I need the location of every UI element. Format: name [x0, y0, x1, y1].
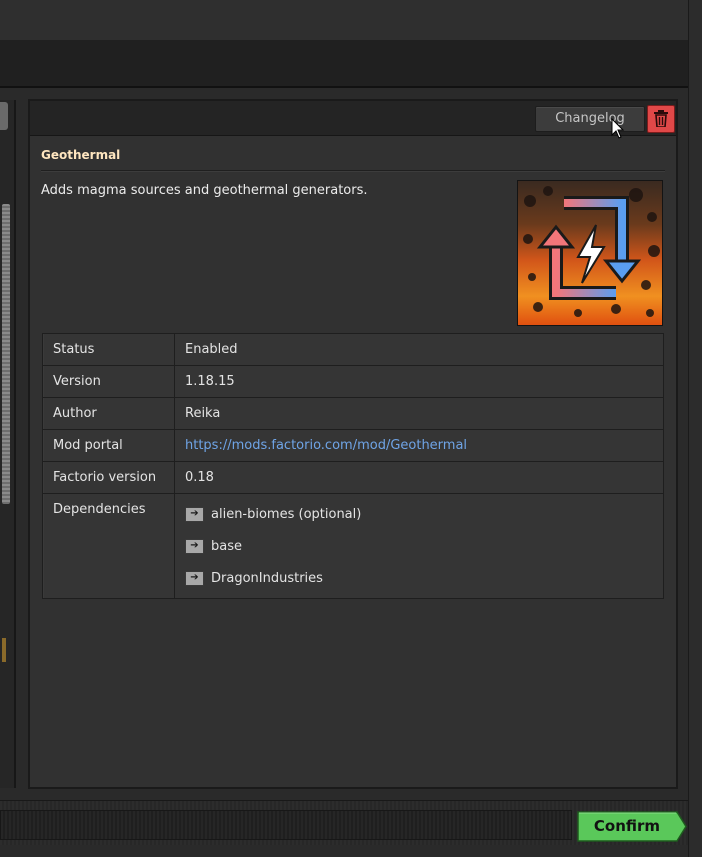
- mod-details-table: Status Enabled Version 1.18.15 Author Re…: [42, 333, 664, 599]
- table-row: Mod portal https://mods.factorio.com/mod…: [42, 429, 664, 462]
- confirm-button[interactable]: Confirm: [577, 811, 687, 842]
- mod-portal-link[interactable]: https://mods.factorio.com/mod/Geothermal: [185, 438, 467, 453]
- version-label: Version: [42, 365, 175, 398]
- dependency-name: DragonIndustries: [211, 570, 323, 586]
- dependency-name: alien-biomes (optional): [211, 506, 362, 522]
- mod-details-panel: Changelog Geothermal Adds magma sources …: [28, 99, 678, 789]
- table-row: Status Enabled: [42, 333, 664, 366]
- trash-icon: [654, 110, 668, 127]
- arrow-right-icon[interactable]: ➔: [185, 570, 204, 586]
- table-row: Version 1.18.15: [42, 365, 664, 398]
- mod-portal-label: Mod portal: [42, 429, 175, 462]
- factorio-version-value: 0.18: [174, 461, 664, 494]
- dependencies-label: Dependencies: [42, 493, 175, 599]
- table-row: Factorio version 0.18: [42, 461, 664, 494]
- mod-list-marker: [2, 638, 6, 662]
- table-row: Dependencies ➔ alien-biomes (optional) ➔…: [42, 493, 664, 599]
- mod-title: Geothermal: [41, 148, 121, 162]
- author-value: Reika: [174, 397, 664, 430]
- geothermal-thumbnail: [517, 180, 663, 326]
- dependencies-list: ➔ alien-biomes (optional) ➔ base ➔ Drago…: [174, 493, 664, 599]
- version-value: 1.18.15: [174, 365, 664, 398]
- mod-portal-link-cell: https://mods.factorio.com/mod/Geothermal: [174, 429, 664, 462]
- status-label: Status: [42, 333, 175, 366]
- table-row: Author Reika: [42, 397, 664, 430]
- mouse-cursor-icon: [611, 118, 625, 139]
- arrow-right-icon[interactable]: ➔: [185, 506, 204, 522]
- changelog-button[interactable]: Changelog: [535, 106, 645, 132]
- title-divider: [41, 170, 665, 171]
- mod-list-panel: [0, 100, 16, 788]
- mod-list-tab[interactable]: [0, 102, 8, 130]
- mod-details-toolbar: Changelog: [30, 101, 676, 139]
- arrow-right-icon[interactable]: ➔: [185, 538, 204, 554]
- delete-mod-button[interactable]: [647, 105, 675, 133]
- dependency-item: ➔ DragonIndustries: [185, 562, 663, 594]
- author-label: Author: [42, 397, 175, 430]
- bottom-bar-spacer: [0, 810, 572, 840]
- mod-list-scrollbar[interactable]: [2, 204, 10, 504]
- dependency-item: ➔ base: [185, 530, 663, 562]
- window-top-frame: [0, 0, 702, 41]
- confirm-label: Confirm: [593, 817, 661, 835]
- status-value: Enabled: [174, 333, 664, 366]
- dependency-item: ➔ alien-biomes (optional): [185, 498, 663, 530]
- window-right-edge: [688, 0, 702, 857]
- dependency-name: base: [211, 538, 242, 554]
- mod-description: Adds magma sources and geothermal genera…: [41, 183, 368, 198]
- window-header-strip: [0, 40, 689, 88]
- factorio-version-label: Factorio version: [42, 461, 175, 494]
